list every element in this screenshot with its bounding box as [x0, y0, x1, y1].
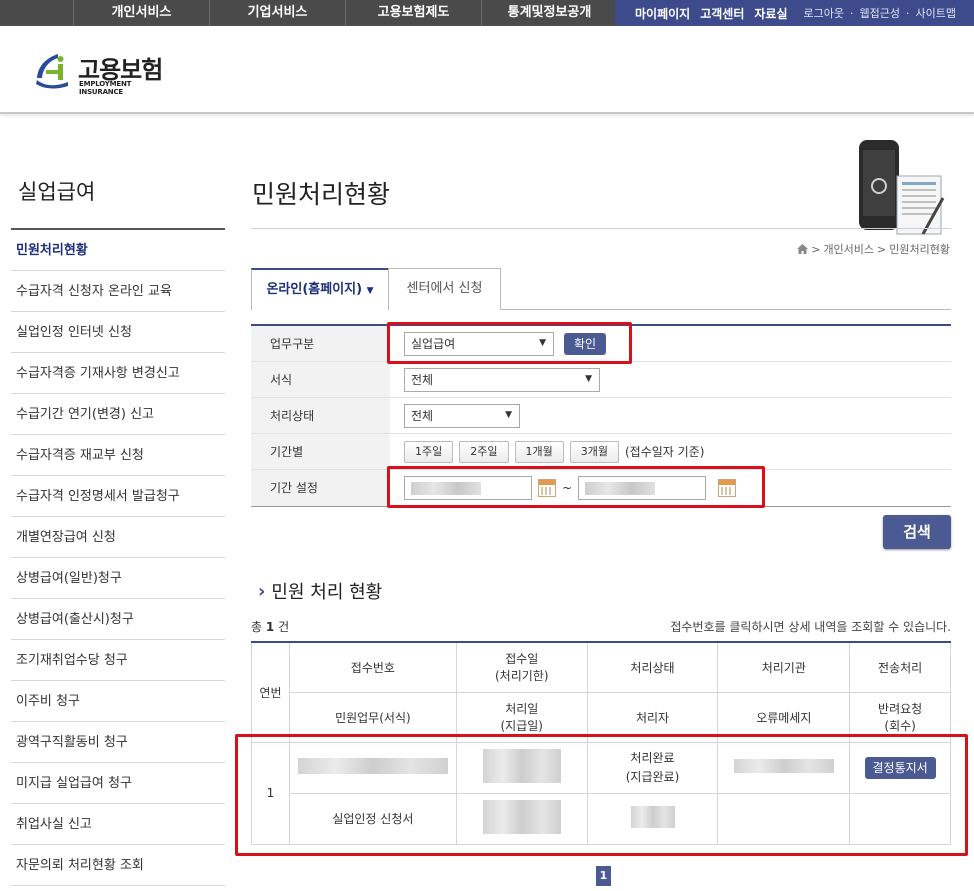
- home-icon[interactable]: [797, 244, 809, 254]
- site-logo[interactable]: 고용보험 EMPLOYMENT INSURANCE: [32, 48, 172, 96]
- highlight-date-row: [387, 466, 765, 508]
- header-transmission: 전송처리: [849, 641, 951, 693]
- sitemap-link[interactable]: 사이트맵: [915, 5, 955, 21]
- sidebar-item-early-reemployment[interactable]: 조기재취업수당 청구: [11, 640, 225, 681]
- logout-link[interactable]: 로그아웃: [804, 5, 844, 21]
- breadcrumb-current: 민원처리현황: [889, 243, 950, 256]
- title-divider: [251, 228, 951, 229]
- sidebar-item-period-extension[interactable]: 수급기간 연기(변경) 신고: [11, 394, 225, 435]
- filter-row-form: 서식 전체 ▼: [251, 362, 951, 398]
- menu-mypage[interactable]: 마이페이지: [635, 5, 690, 22]
- phone-document-illustration: [859, 140, 945, 235]
- top-navigation-bar: 개인서비스 기업서비스 고용보험제도 통계및정보공개 마이페이지 고객센터 자료…: [0, 0, 974, 26]
- header-serial: 연번: [251, 641, 290, 743]
- form-select[interactable]: 전체 ▼: [404, 367, 600, 392]
- tab-online-label: 온라인(홈페이지): [266, 282, 363, 297]
- filter-row-status: 처리상태 전체 ▼: [251, 398, 951, 434]
- sidebar-title: 실업급여: [18, 180, 96, 204]
- results-section-title: › 민원 처리 현황: [258, 578, 382, 604]
- sidebar-menu: 민원처리현황 수급자격 신청자 온라인 교육 실업인정 인터넷 신청 수급자격증…: [11, 228, 225, 886]
- total-suffix: 건: [278, 620, 290, 634]
- highlight-business-row: [387, 322, 632, 364]
- sidebar-item-reissue[interactable]: 수급자격증 재교부 신청: [11, 435, 225, 476]
- total-prefix: 총: [251, 620, 263, 634]
- menu-statistics[interactable]: 통계및정보공개: [481, 0, 617, 26]
- form-select-value: 전체: [411, 373, 434, 387]
- breadcrumb: > 개인서비스 > 민원처리현황: [797, 241, 950, 257]
- filter-row-period: 기간별 1주일 2주일 1개월 3개월 (접수일자 기준): [251, 434, 951, 470]
- breadcrumb-separator: >: [877, 242, 887, 256]
- sidebar-item-unemployment-recognition[interactable]: 실업인정 인터넷 신청: [11, 312, 225, 353]
- status-select-value: 전체: [411, 409, 434, 423]
- separator-dot: ·: [905, 6, 910, 20]
- menu-personal-service[interactable]: 개인서비스: [73, 0, 209, 26]
- sidebar-item-employment-report[interactable]: 취업사실 신고: [11, 804, 225, 845]
- tab-center-application[interactable]: 센터에서 신청: [388, 268, 501, 310]
- tab-bar: 온라인(홈페이지) ▼ 센터에서 신청: [251, 268, 951, 311]
- total-count: 총 1 건: [251, 618, 289, 635]
- period-1week-button[interactable]: 1주일: [404, 440, 454, 463]
- status-select[interactable]: 전체 ▼: [404, 403, 520, 428]
- filter-label-date-range: 기간 설정: [251, 470, 390, 506]
- dropdown-arrow-icon: ▼: [505, 409, 512, 420]
- highlight-results-row: [235, 734, 968, 856]
- header-status: 처리상태: [586, 641, 719, 693]
- menu-archive[interactable]: 자료실: [754, 5, 787, 22]
- period-3month-button[interactable]: 3개월: [569, 440, 619, 463]
- filter-label-period: 기간별: [251, 434, 390, 469]
- menu-business-service[interactable]: 기업서비스: [209, 0, 345, 26]
- page-title: 민원처리현황: [252, 180, 391, 209]
- total-count-value: 1: [265, 620, 275, 634]
- logo-english-text: EMPLOYMENT INSURANCE: [79, 80, 132, 96]
- header-agency: 처리기관: [717, 641, 851, 693]
- results-hint: 접수번호를 클릭하시면 상세 내역을 조회할 수 있습니다.: [670, 620, 951, 634]
- breadcrumb-personal-service[interactable]: 개인서비스: [823, 241, 874, 257]
- sidebar-item-unpaid-benefit[interactable]: 미지급 실업급여 청구: [11, 763, 225, 804]
- header-receipt-no: 접수번호: [288, 641, 457, 693]
- filter-label-business: 업무구분: [251, 326, 390, 361]
- sidebar-item-sickness-general[interactable]: 상병급여(일반)청구: [11, 558, 225, 599]
- results-title-text: 민원 처리 현황: [271, 582, 383, 603]
- sidebar-item-job-search-expense[interactable]: 광역구직활동비 청구: [11, 722, 225, 763]
- header-receipt-date: 접수일 (처리기한): [455, 641, 588, 693]
- period-note: (접수일자 기준): [625, 445, 705, 459]
- site-header: 고용보험 EMPLOYMENT INSURANCE: [0, 26, 974, 114]
- sidebar-item-online-education[interactable]: 수급자격 신청자 온라인 교육: [11, 271, 225, 312]
- period-1month-button[interactable]: 1개월: [514, 440, 564, 463]
- accessibility-link[interactable]: 웹접근성: [859, 5, 899, 21]
- dropdown-arrow-icon: ▼: [585, 373, 592, 384]
- breadcrumb-separator: >: [811, 242, 821, 256]
- sidebar-item-consultation-status[interactable]: 자문의뢰 처리현황 조회: [11, 845, 225, 886]
- main-menu: 개인서비스 기업서비스 고용보험제도 통계및정보공개: [73, 0, 617, 26]
- tab-online-homepage[interactable]: 온라인(홈페이지) ▼: [251, 268, 389, 311]
- separator-dot: ·: [849, 6, 854, 20]
- chevron-right-icon: ›: [258, 580, 266, 602]
- sidebar-item-relocation[interactable]: 이주비 청구: [11, 681, 225, 722]
- chevron-down-icon: ▼: [366, 286, 374, 296]
- search-button[interactable]: 검색: [883, 515, 951, 549]
- period-2week-button[interactable]: 2주일: [459, 440, 509, 463]
- filter-label-form: 서식: [251, 362, 390, 397]
- logo-mark-icon: [36, 54, 68, 89]
- sidebar-item-certificate-request[interactable]: 수급자격 인정명세서 발급청구: [11, 476, 225, 517]
- sidebar-item-sickness-childbirth[interactable]: 상병급여(출산시)청구: [11, 599, 225, 640]
- page-number-current[interactable]: 1: [596, 866, 611, 886]
- sidebar-item-civil-status[interactable]: 민원처리현황: [11, 230, 225, 271]
- sidebar-item-individual-extension[interactable]: 개별연장급여 신청: [11, 517, 225, 558]
- menu-customer-center[interactable]: 고객센터: [700, 5, 744, 22]
- filter-label-status: 처리상태: [251, 398, 390, 433]
- utility-menu: 마이페이지 고객센터 자료실 로그아웃 · 웹접근성 · 사이트맵: [615, 0, 974, 26]
- sidebar-item-change-report[interactable]: 수급자격증 기재사항 변경신고: [11, 353, 225, 394]
- menu-insurance-system[interactable]: 고용보험제도: [345, 0, 481, 26]
